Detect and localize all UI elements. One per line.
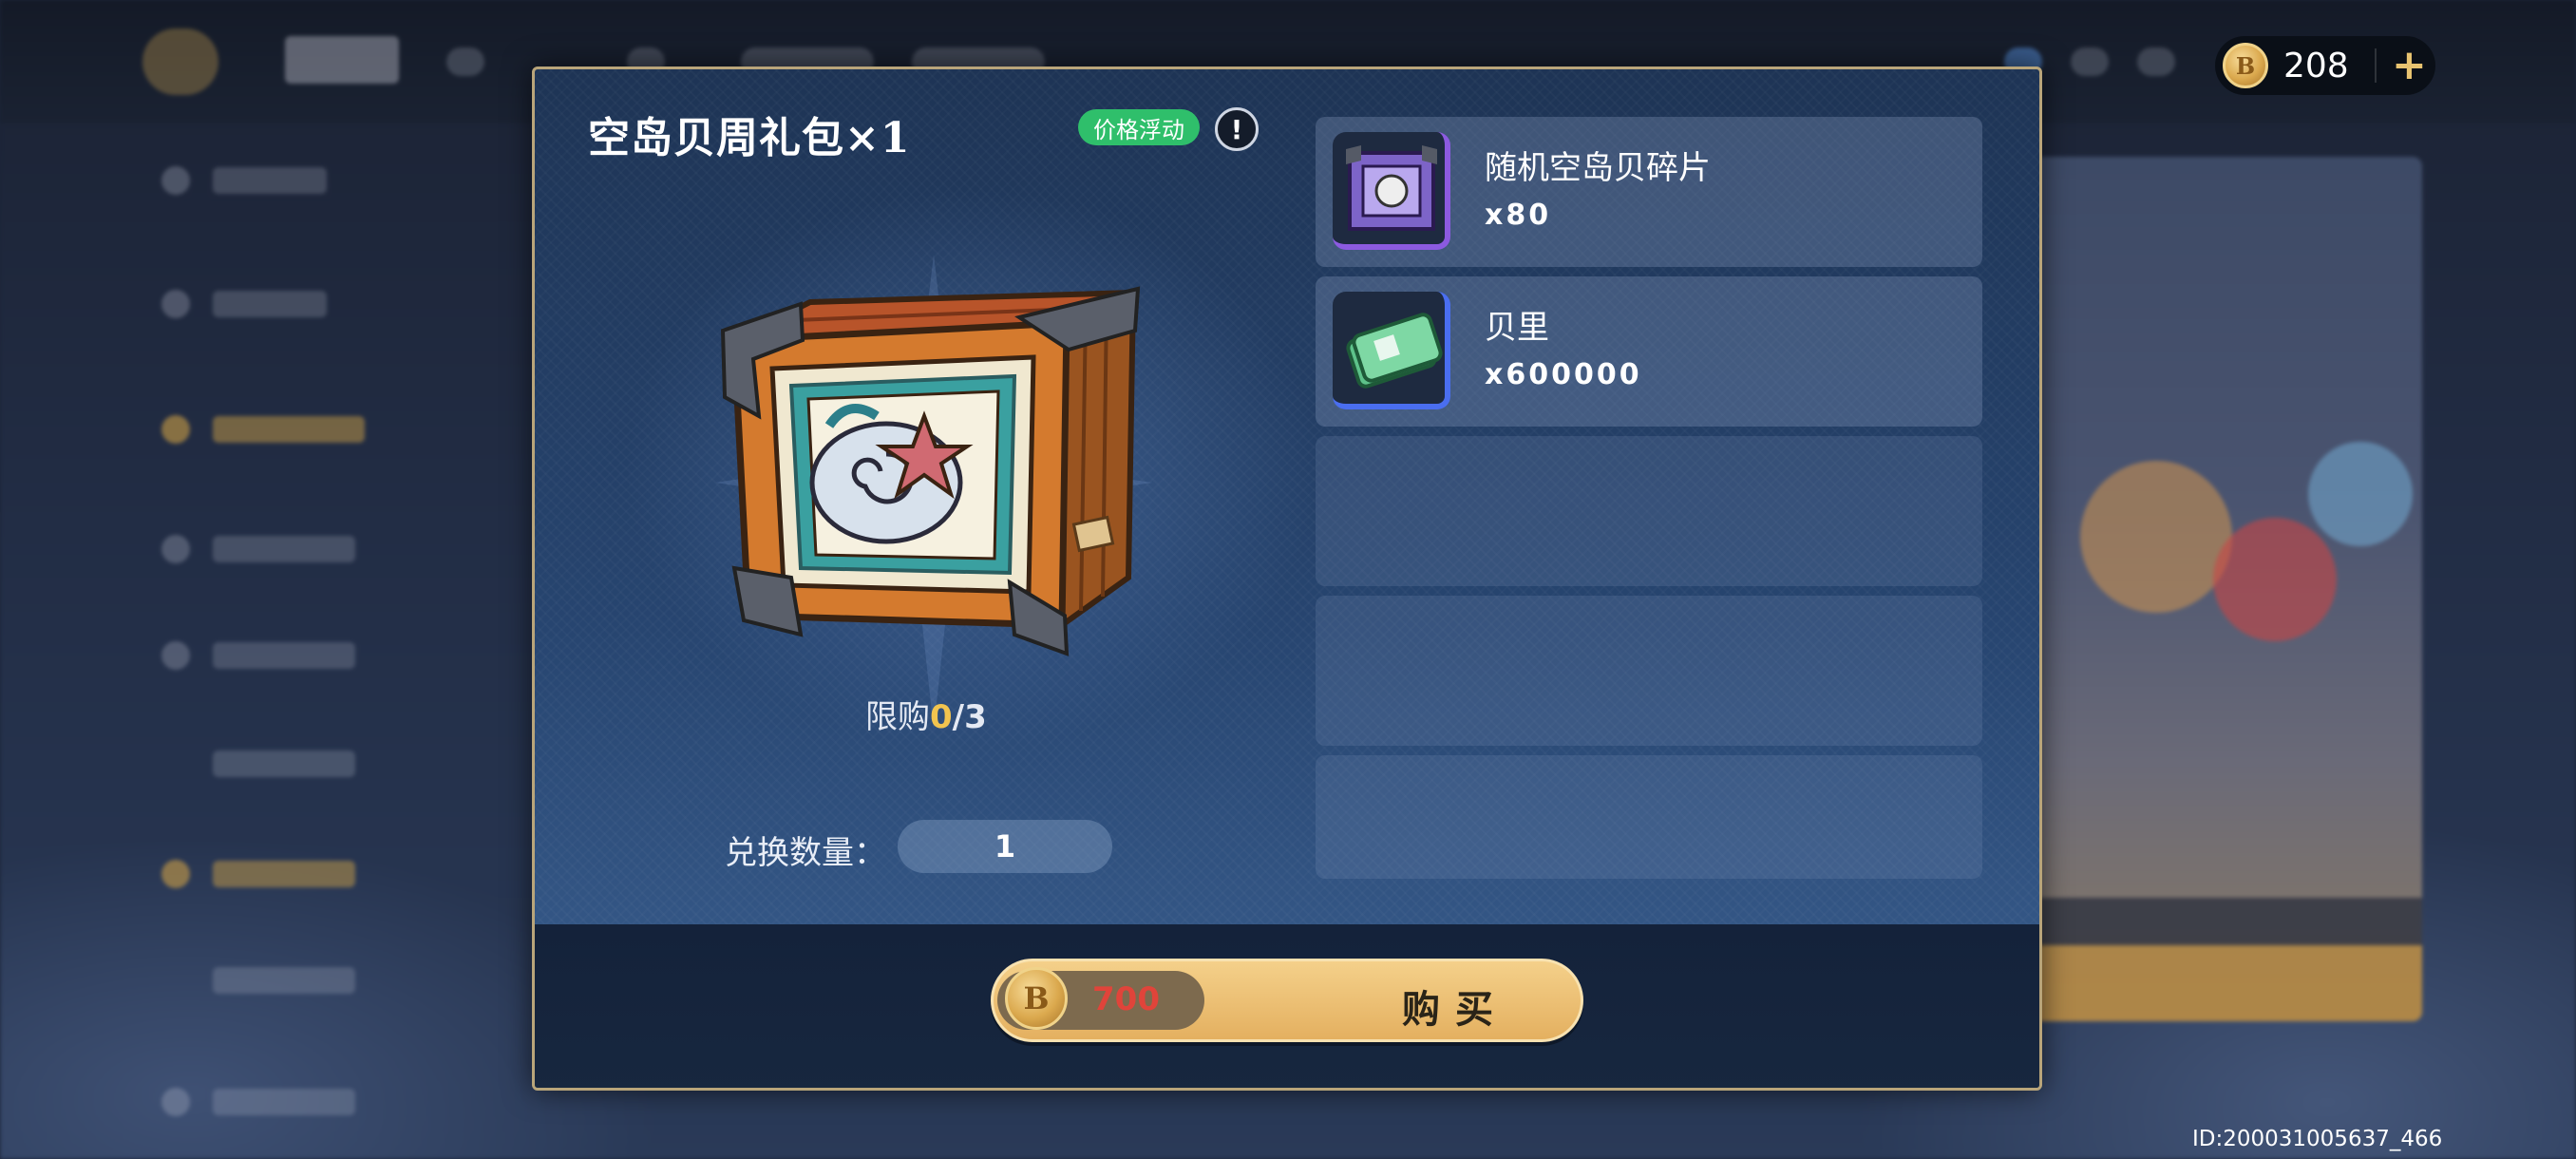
quantity-label: 兑换数量： [725,834,886,872]
background-sidebar-item [161,410,380,448]
dialog-footer: B 700 购买 [535,924,2039,1088]
purchase-limit: 限购0/3 [865,691,987,737]
purchase-limit-current: 0 [930,698,953,736]
background-sidebar-item [161,1083,380,1121]
reward-name: 贝里 [1485,309,1549,347]
info-icon[interactable]: ! [1215,107,1259,151]
reward-item[interactable]: 贝里 x600000 [1316,276,1982,427]
background-sidebar-item [161,961,380,999]
currency-divider [2375,48,2377,83]
background-back-icon [142,28,218,95]
price-float-badge: 价格浮动 [1078,109,1200,145]
purchase-limit-label: 限购 [865,698,930,736]
crate-icon [715,255,1152,730]
quantity-input[interactable]: 1 [898,820,1112,873]
currency-amount: 208 [2283,46,2349,86]
add-currency-button[interactable]: + [2392,45,2427,86]
reward-count: x80 [1485,199,1552,232]
berry-cash-icon [1333,292,1450,409]
empty-reward-slot [1316,596,1982,746]
background-shop-card [2023,157,2422,1021]
reward-name: 随机空岛贝碎片 [1485,149,1711,187]
reward-item[interactable]: 随机空岛贝碎片 x80 [1316,117,1982,267]
berry-coin-icon: B [2223,43,2268,88]
shell-fragment-box-icon [1333,132,1450,250]
background-sidebar-item [161,285,380,323]
background-title [285,36,399,84]
background-chip [446,48,484,76]
reward-count: x600000 [1485,358,1642,391]
background-chip [2137,48,2175,76]
buy-price: 700 [1092,980,1160,1018]
purchase-limit-total: /3 [952,698,987,736]
session-id-text: ID:200031005637_466 [2192,1127,2443,1151]
background-chip [2071,48,2109,76]
background-sidebar-item [161,162,380,200]
buy-button[interactable]: B 700 购买 [991,959,1583,1042]
gift-pack-dialog: 空岛贝周礼包×1 价格浮动 ! 限购0/3 兑换数量： 1 随机空岛贝碎片 x8… [532,66,2042,1091]
empty-reward-slot [1316,755,1982,879]
buy-label: 购买 [1402,988,1508,1032]
background-sidebar-item [161,636,380,674]
background-sidebar-item [161,745,380,783]
empty-reward-slot [1316,436,1982,586]
background-sidebar-item [161,530,380,568]
berry-coin-icon: B [1005,967,1068,1030]
currency-display: B 208 + [2215,36,2435,95]
background-sidebar-item [161,855,380,893]
pack-title: 空岛贝周礼包×1 [588,114,911,162]
